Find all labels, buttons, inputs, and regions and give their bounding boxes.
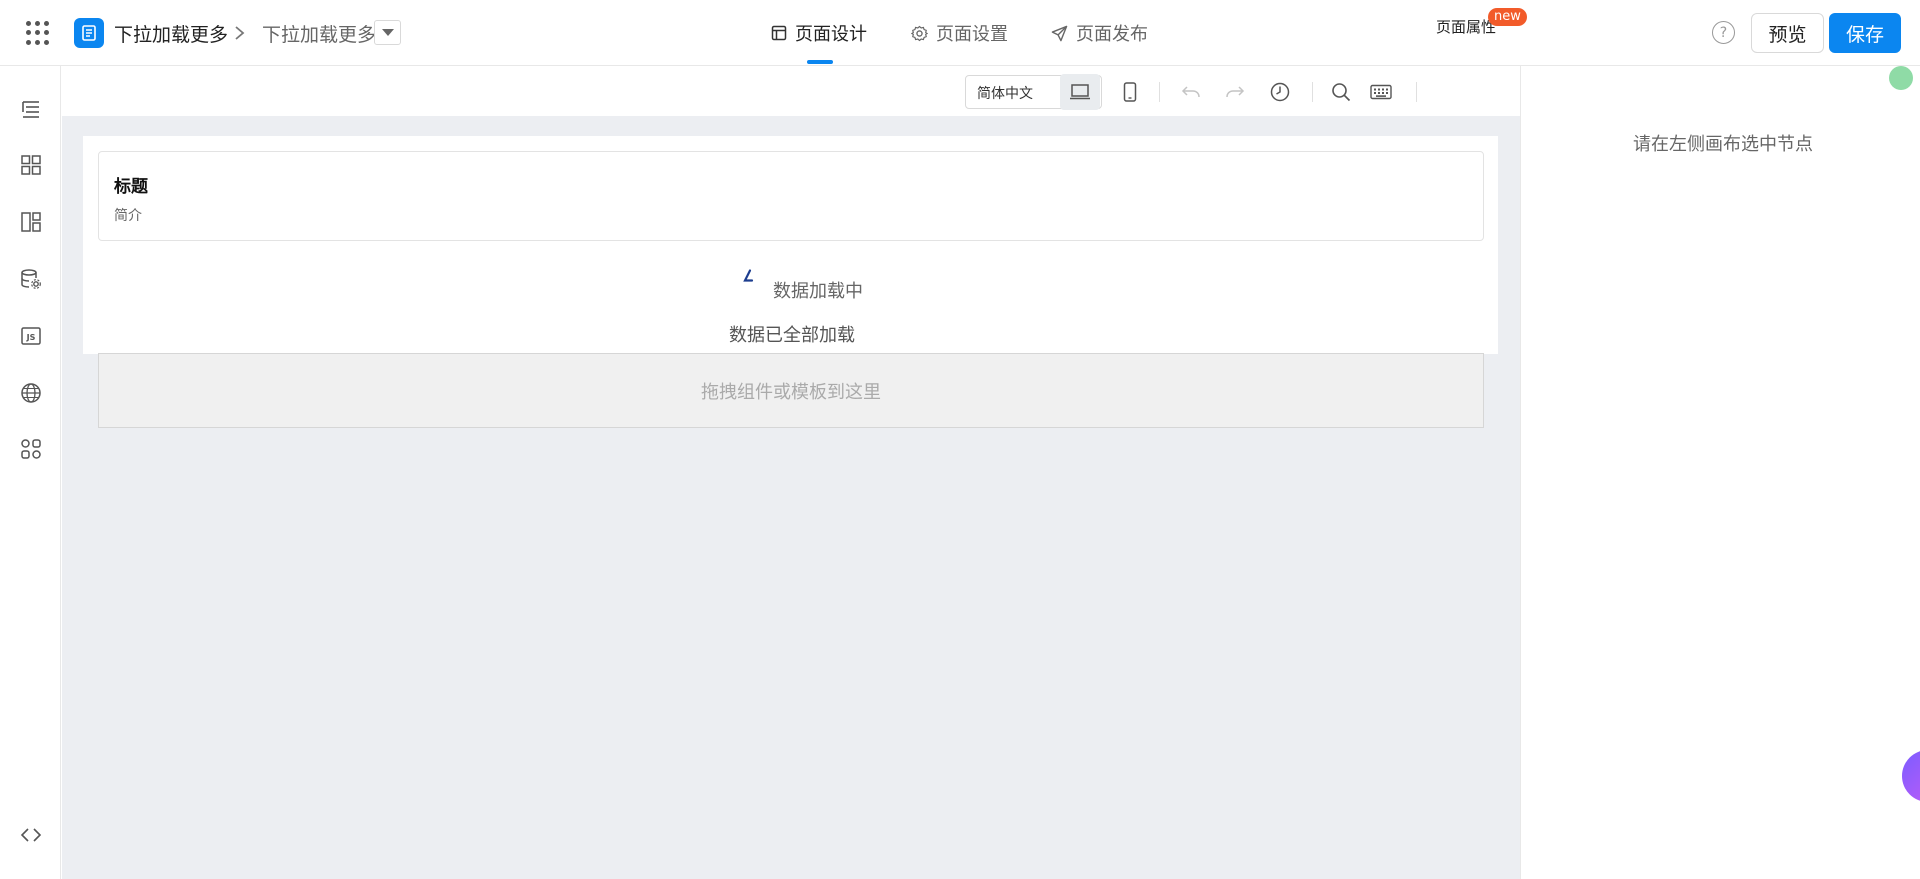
canvas-toolbar: 简体中文 <box>62 66 1520 116</box>
gear-icon <box>911 25 928 41</box>
drop-zone[interactable]: 拖拽组件或模板到这里 <box>98 353 1484 428</box>
page-name[interactable]: 下拉加载更多 <box>262 20 376 47</box>
app-grid-icon[interactable] <box>26 21 50 45</box>
mobile-view-button[interactable] <box>1110 74 1150 110</box>
toolbar-divider <box>1416 82 1417 102</box>
card-title: 标题 <box>114 177 148 197</box>
page-attributes-link[interactable]: 页面属性 <box>1436 16 1496 37</box>
layout-panel-icon[interactable] <box>18 209 44 235</box>
svg-text:JS: JS <box>26 333 36 342</box>
status-indicator[interactable] <box>1889 66 1913 90</box>
undo-button[interactable] <box>1171 74 1211 110</box>
app-logo-icon <box>74 18 104 48</box>
search-icon <box>1332 83 1351 102</box>
components-grid-icon[interactable] <box>18 152 44 178</box>
help-icon[interactable]: ? <box>1712 21 1735 44</box>
outline-tree-icon[interactable] <box>18 96 44 122</box>
tab-page-publish[interactable]: 页面发布 <box>1051 20 1148 46</box>
title-card[interactable]: 标题 简介 <box>98 151 1484 241</box>
plugins-icon[interactable] <box>18 436 44 462</box>
language-value: 简体中文 <box>977 86 1033 102</box>
js-code-icon[interactable]: JS <box>18 323 44 349</box>
layout-icon <box>771 25 787 41</box>
redo-button[interactable] <box>1215 74 1255 110</box>
shortcuts-button[interactable] <box>1361 74 1401 110</box>
properties-panel <box>1520 66 1920 879</box>
loading-spinner-icon <box>743 269 754 282</box>
all-loaded-text: 数据已全部加载 <box>729 325 855 346</box>
card-description: 简介 <box>114 208 142 224</box>
tab-label: 页面设置 <box>936 24 1008 45</box>
save-button[interactable]: 保存 <box>1829 13 1901 53</box>
toolbar-divider <box>1159 82 1160 102</box>
top-bar: 下拉加载更多 下拉加载更多 页面设计 页面设置 页面发布 ? 预览 保存 <box>0 0 1920 66</box>
active-tab-indicator <box>807 60 833 64</box>
empty-selection-hint: 请在左侧画布选中节点 <box>1633 134 1813 155</box>
left-sidebar: JS <box>0 66 61 879</box>
desktop-view-button[interactable] <box>1060 74 1100 110</box>
datasource-icon[interactable] <box>18 266 44 292</box>
breadcrumb-chevron-icon <box>235 26 245 40</box>
undo-icon <box>1181 86 1200 98</box>
code-brackets-icon[interactable] <box>18 822 44 848</box>
laptop-icon <box>1070 84 1090 100</box>
tab-page-design[interactable]: 页面设计 <box>771 20 867 46</box>
send-icon <box>1051 25 1068 41</box>
globe-icon[interactable] <box>18 380 44 406</box>
search-button[interactable] <box>1321 74 1361 110</box>
mobile-phone-icon <box>1123 82 1137 102</box>
tab-page-settings[interactable]: 页面设置 <box>911 20 1008 46</box>
clock-icon <box>1270 82 1290 102</box>
redo-icon <box>1226 86 1245 98</box>
toolbar-divider <box>1312 82 1313 102</box>
keyboard-icon <box>1370 84 1392 100</box>
app-name[interactable]: 下拉加载更多 <box>114 20 228 47</box>
tab-label: 页面发布 <box>1076 24 1148 45</box>
history-button[interactable] <box>1260 74 1300 110</box>
page-dropdown-button[interactable] <box>374 20 401 45</box>
caret-down-icon <box>381 28 394 36</box>
tab-label: 页面设计 <box>795 24 867 45</box>
loading-text: 数据加载中 <box>773 281 863 302</box>
preview-button[interactable]: 预览 <box>1751 13 1824 53</box>
drop-zone-text: 拖拽组件或模板到这里 <box>701 381 881 403</box>
new-badge: new <box>1488 8 1527 26</box>
